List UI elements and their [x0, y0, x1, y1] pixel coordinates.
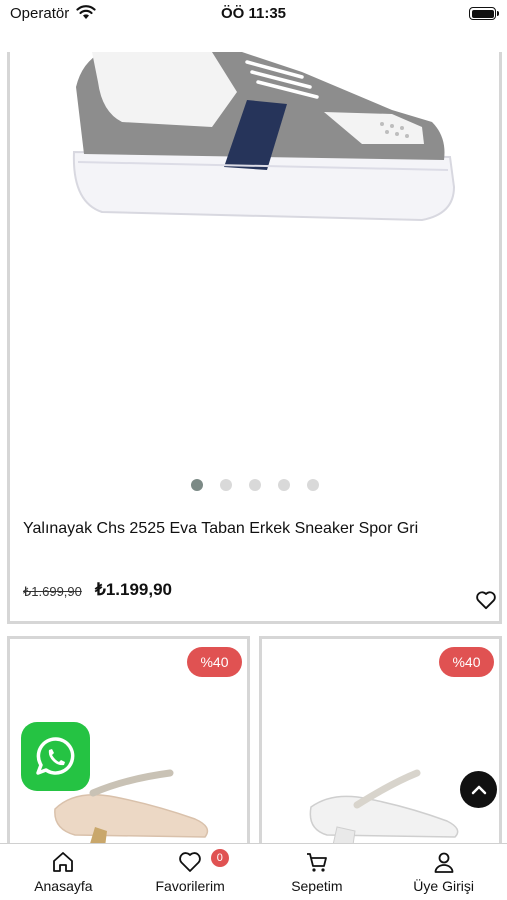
whatsapp-icon	[35, 736, 74, 775]
battery-icon	[469, 7, 499, 20]
carousel-dot[interactable]	[277, 479, 290, 491]
whatsapp-button[interactable]	[21, 722, 90, 791]
tab-favorites[interactable]: 0 Favorilerim	[127, 844, 254, 900]
carousel-indicator[interactable]	[10, 479, 499, 491]
bottom-tab-bar: Anasayfa 0 Favorilerim Sepetim Üye Giriş…	[0, 843, 507, 900]
cart-icon	[306, 853, 327, 872]
shoe-product-image[interactable]	[297, 769, 467, 849]
carousel-dot[interactable]	[306, 479, 319, 491]
tab-label: Anasayfa	[34, 878, 93, 894]
heart-icon[interactable]	[475, 590, 497, 610]
discount-badge: %40	[439, 647, 494, 677]
carousel-dot[interactable]	[248, 479, 261, 491]
chevron-up-icon	[471, 785, 486, 794]
scroll-top-button[interactable]	[460, 771, 497, 808]
carousel-dot[interactable]	[190, 479, 203, 491]
favorites-count-badge: 0	[210, 849, 229, 867]
tab-home[interactable]: Anasayfa	[0, 844, 127, 900]
discount-badge: %40	[187, 647, 242, 677]
sneaker-product-image[interactable]	[62, 52, 462, 227]
tab-label: Favorilerim	[155, 878, 225, 894]
old-price: ₺1.699,90	[23, 584, 82, 599]
product-title[interactable]: Yalınayak Chs 2525 Eva Taban Erkek Sneak…	[23, 520, 418, 538]
status-time: ÖÖ 11:35	[220, 5, 287, 22]
tab-cart[interactable]: Sepetim	[254, 844, 381, 900]
tab-login[interactable]: Üye Girişi	[380, 844, 507, 900]
product-card[interactable]: %40	[259, 636, 502, 856]
current-price: ₺1.199,90	[95, 580, 172, 599]
hero-product-card[interactable]: Yalınayak Chs 2525 Eva Taban Erkek Sneak…	[7, 52, 502, 624]
user-icon	[434, 852, 454, 873]
carousel-dot[interactable]	[219, 479, 232, 491]
heart-icon	[179, 852, 201, 872]
tab-label: Üye Girişi	[413, 878, 474, 894]
status-bar: Operatör ÖÖ 11:35	[0, 0, 507, 30]
tab-label: Sepetim	[291, 878, 343, 894]
home-icon	[53, 852, 74, 872]
